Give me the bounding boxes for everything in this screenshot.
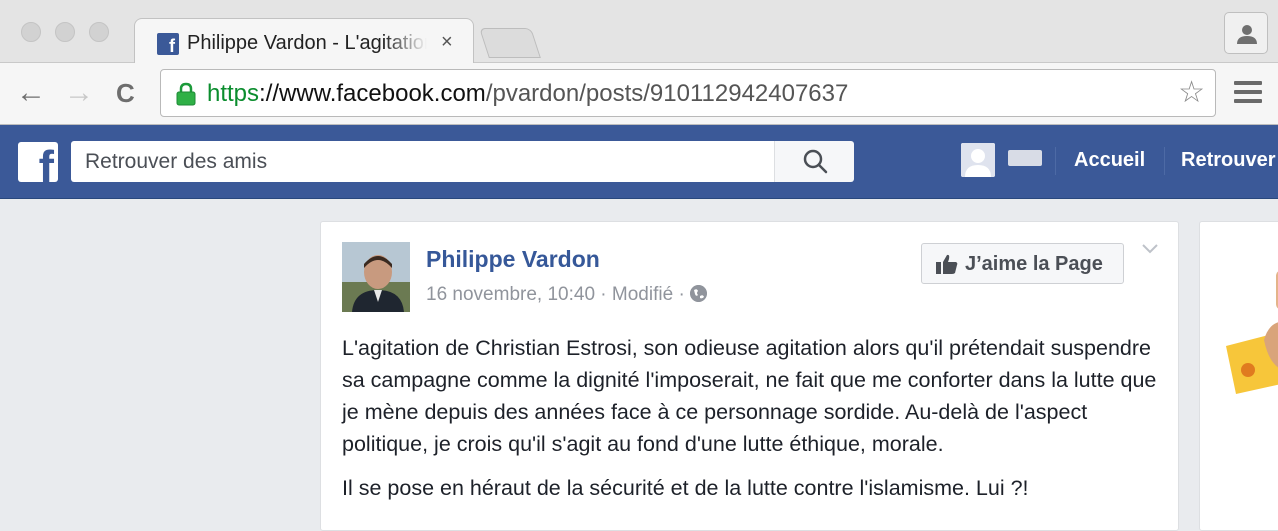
author-profile-picture[interactable] — [342, 242, 410, 312]
post-meta: 16 novembre, 10:40 · Modifié · — [426, 284, 708, 306]
url-host: www.facebook.com — [279, 80, 486, 107]
url-scheme: https — [207, 80, 260, 107]
browser-menu-icon[interactable] — [1234, 81, 1262, 103]
profile-photo — [342, 242, 410, 312]
profile-name-placeholder[interactable] — [1008, 150, 1042, 166]
nav-find-friends-link[interactable]: Retrouver — [1181, 149, 1275, 172]
person-icon — [1237, 25, 1257, 44]
default-avatar-icon — [961, 143, 995, 177]
url-separator: :// — [259, 80, 280, 107]
nav-divider — [1164, 147, 1165, 175]
browser-tab-bar: f Philippe Vardon - L'agitation de Chris… — [0, 0, 1278, 64]
meta-separator: · — [600, 284, 607, 305]
window-close-button[interactable] — [21, 22, 41, 42]
like-page-button[interactable]: J’aime la Page — [921, 243, 1124, 284]
post-author-name[interactable]: Philippe Vardon — [426, 246, 600, 273]
post-paragraph: L'agitation de Christian Estrosi, son od… — [342, 336, 1157, 456]
globe-icon[interactable] — [690, 285, 708, 302]
like-page-label: J’aime la Page — [965, 253, 1103, 275]
url-text: https://www.facebook.com/pvardon/posts/9… — [207, 80, 848, 108]
new-tab-button[interactable] — [479, 28, 541, 58]
browser-tab-active[interactable]: f Philippe Vardon - L'agitation de Chris… — [134, 18, 474, 64]
search-button[interactable] — [774, 141, 854, 182]
profile-button[interactable] — [1224, 12, 1268, 54]
avatar[interactable] — [961, 143, 995, 177]
tab-close-icon[interactable]: × — [441, 31, 453, 54]
post-body: L'agitation de Christian Estrosi, son od… — [342, 332, 1162, 516]
facebook-favicon-icon: f — [157, 33, 179, 55]
facebook-header: f Accueil Retrouver — [0, 125, 1278, 199]
bookmark-star-icon[interactable]: ☆ — [1178, 76, 1205, 110]
post-edited-label[interactable]: Modifié — [612, 284, 673, 305]
window-minimize-button[interactable] — [55, 22, 75, 42]
sidebar-illustration — [1226, 271, 1278, 394]
nav-home-link[interactable]: Accueil — [1074, 149, 1145, 172]
window-maximize-button[interactable] — [89, 22, 109, 42]
tab-title: Philippe Vardon - L'agitation de Christi… — [187, 32, 427, 54]
thumbs-up-icon — [936, 254, 958, 274]
facebook-logo-icon[interactable]: f — [18, 142, 58, 182]
right-sidebar-card — [1199, 221, 1278, 531]
browser-toolbar: ← → C https://www.facebook.com/pvardon/p… — [0, 63, 1278, 125]
search-input[interactable] — [71, 141, 774, 182]
nav-divider — [1055, 147, 1056, 175]
meta-separator: · — [678, 284, 685, 305]
address-bar[interactable]: https://www.facebook.com/pvardon/posts/9… — [160, 69, 1216, 117]
search-icon — [803, 149, 828, 174]
post-date[interactable]: 16 novembre, 10:40 — [426, 284, 595, 305]
chevron-down-icon[interactable] — [1141, 242, 1159, 256]
reload-icon[interactable]: C — [116, 77, 135, 109]
back-arrow-icon[interactable]: ← — [16, 77, 46, 109]
post-paragraph: Il se pose en héraut de la sécurité et d… — [342, 476, 1029, 500]
lock-icon — [176, 82, 196, 106]
post-card: Philippe Vardon 16 novembre, 10:40 · Mod… — [320, 221, 1179, 531]
url-path: /pvardon/posts/910112942407637 — [485, 80, 849, 107]
forward-arrow-icon[interactable]: → — [64, 77, 94, 109]
